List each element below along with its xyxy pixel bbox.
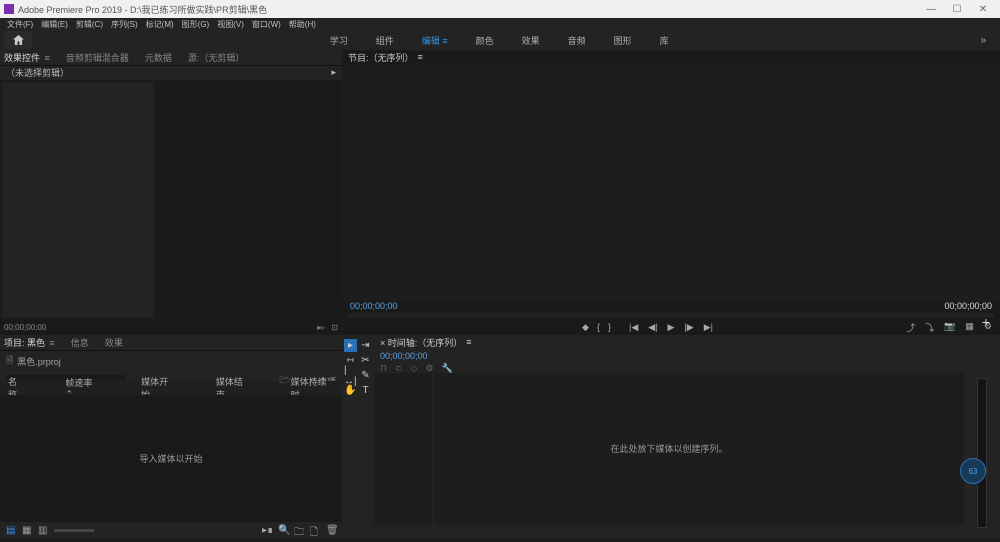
- step-back-icon[interactable]: ◀|: [648, 322, 657, 333]
- play-icon[interactable]: ▶: [668, 322, 675, 333]
- workspace-libraries[interactable]: 库: [660, 34, 669, 47]
- chevron-right-icon[interactable]: ▸: [331, 67, 336, 78]
- workspace-bar: 学习 组件 编辑 ≡ 颜色 效果 音频 图形 库 »: [0, 30, 1000, 50]
- tab-metadata[interactable]: 元数据: [145, 51, 172, 64]
- icon-view-icon[interactable]: ▦: [22, 525, 32, 535]
- compare-view-icon[interactable]: ▦: [965, 321, 974, 334]
- close-button[interactable]: ✕: [970, 1, 996, 17]
- timeline-panel: ▸ ⇥ ⇿ ✂ |↔| ✎ ✋ T × 时间轴:（无序: [342, 335, 1000, 538]
- project-columns: 名称 帧速率 ⌃ 媒体开始 媒体结束 媒体持续时: [0, 381, 342, 395]
- bin-icon[interactable]: 🗁: [279, 373, 290, 389]
- menu-edit[interactable]: 编辑(E): [38, 19, 71, 30]
- home-icon: [13, 35, 24, 45]
- tab-effects-panel[interactable]: 效果: [105, 336, 123, 349]
- program-viewport[interactable]: [342, 64, 1000, 301]
- maximize-button[interactable]: ☐: [944, 1, 970, 17]
- menu-clip[interactable]: 剪辑(C): [73, 19, 106, 30]
- track-select-tool[interactable]: ⇥: [359, 339, 372, 352]
- menu-help[interactable]: 帮助(H): [286, 19, 319, 30]
- type-tool[interactable]: T: [359, 384, 372, 397]
- workspace-effects[interactable]: 效果: [522, 34, 540, 47]
- list-view-icon[interactable]: ▤: [6, 525, 16, 535]
- extract-icon[interactable]: ⤵: [925, 321, 934, 334]
- program-scrubber[interactable]: [348, 313, 994, 318]
- minimize-button[interactable]: —: [918, 1, 944, 17]
- window-title: Adobe Premiere Pro 2019 - D:\我已练习所做实践\PR…: [18, 3, 918, 16]
- tab-effect-controls[interactable]: 效果控件 ≡: [4, 51, 50, 64]
- automate-icon[interactable]: ▸∎: [262, 525, 272, 535]
- timeline-empty-message: 在此处放下媒体以创建序列。: [610, 442, 727, 455]
- workspace-audio[interactable]: 音频: [568, 34, 586, 47]
- new-bin-icon[interactable]: 🗀: [294, 525, 304, 535]
- workspace-graphics[interactable]: 图形: [614, 34, 632, 47]
- tools-panel: ▸ ⇥ ⇿ ✂ |↔| ✎ ✋ T: [342, 335, 374, 538]
- add-marker-icon[interactable]: ◆: [582, 322, 589, 333]
- selection-tool[interactable]: ▸: [344, 339, 357, 352]
- program-tc-left: 00;00;00;00: [350, 301, 398, 311]
- project-filename: 黑色.prproj: [17, 355, 61, 368]
- razor-tool[interactable]: ✂: [359, 354, 372, 367]
- workspace-more[interactable]: »: [966, 35, 1000, 46]
- tab-project[interactable]: 项目: 黑色 ≡: [4, 336, 55, 349]
- program-tc-right: 00;00;00;00: [944, 301, 992, 311]
- notification-badge[interactable]: 63: [960, 458, 986, 484]
- new-item-icon[interactable]: 🗋: [310, 525, 320, 535]
- tab-audio-clip-mixer[interactable]: 音频剪辑混合器: [66, 51, 129, 64]
- home-button[interactable]: [4, 31, 32, 49]
- audio-meters-panel: [964, 335, 1000, 538]
- workspace-learn[interactable]: 学习: [330, 34, 348, 47]
- goto-in-icon[interactable]: |◀: [629, 322, 638, 333]
- lift-icon[interactable]: ⤴: [906, 321, 915, 334]
- freeform-view-icon[interactable]: ▥: [38, 525, 48, 535]
- menu-markers[interactable]: 标记(M): [143, 19, 177, 30]
- timeline-tab[interactable]: × 时间轴:（无序列）: [380, 336, 462, 349]
- zoom-slider[interactable]: [54, 529, 94, 532]
- step-fwd-icon[interactable]: |▶: [684, 322, 693, 333]
- workspace-assembly[interactable]: 组件: [376, 34, 394, 47]
- source-timecode: 00;00;00;00: [4, 323, 46, 332]
- menu-window[interactable]: 窗口(W): [249, 19, 284, 30]
- menu-sequence[interactable]: 序列(S): [108, 19, 141, 30]
- no-clip-label: （未选择剪辑）: [6, 66, 69, 79]
- timeline-timecode: 00;00;00;00: [380, 351, 958, 361]
- tab-source-none[interactable]: 源:（无剪辑）: [188, 51, 245, 64]
- project-file-icon: 🗎: [6, 353, 13, 369]
- menu-file[interactable]: 文件(F): [4, 19, 36, 30]
- mark-out-icon[interactable]: }: [608, 322, 611, 333]
- audio-meter[interactable]: [977, 378, 987, 528]
- tab-info[interactable]: 信息: [71, 336, 89, 349]
- menu-graphics[interactable]: 图形(G): [179, 19, 213, 30]
- project-panel: 项目: 黑色 ≡ 信息 效果 🗎黑色.prproj 🗁 0 个项 名称 帧速率 …: [0, 335, 342, 538]
- goto-out-icon[interactable]: ▶|: [704, 322, 713, 333]
- source-zoom-icon[interactable]: ⊡: [331, 323, 338, 332]
- project-empty-message: 导入媒体以开始: [139, 452, 202, 465]
- program-title: 节目:（无序列）: [348, 51, 414, 64]
- trash-icon[interactable]: 🗑: [326, 525, 336, 535]
- pen-tool[interactable]: ✎: [359, 369, 372, 382]
- menubar: 文件(F) 编辑(E) 剪辑(C) 序列(S) 标记(M) 图形(G) 视图(V…: [0, 18, 1000, 30]
- workspace-color[interactable]: 颜色: [476, 34, 494, 47]
- effect-controls-panel: 效果控件 ≡ 音频剪辑混合器 元数据 源:（无剪辑） （未选择剪辑） ▸ 00;…: [0, 50, 342, 335]
- find-icon[interactable]: 🔍: [278, 525, 288, 535]
- button-editor-plus[interactable]: +: [982, 314, 990, 330]
- menu-view[interactable]: 视图(V): [214, 19, 247, 30]
- program-monitor: 节目:（无序列） ≡ 00;00;00;00 00;00;00;00 ◆ { }…: [342, 50, 1000, 335]
- hand-tool[interactable]: ✋: [344, 384, 357, 397]
- export-frame-icon[interactable]: 📷: [944, 321, 955, 334]
- slip-tool[interactable]: |↔|: [344, 369, 357, 382]
- source-tool-icon[interactable]: ▸▹: [317, 323, 325, 332]
- mark-in-icon[interactable]: {: [597, 322, 600, 333]
- app-icon: [4, 4, 14, 14]
- window-titlebar: Adobe Premiere Pro 2019 - D:\我已练习所做实践\PR…: [0, 0, 1000, 18]
- workspace-editing[interactable]: 编辑 ≡: [422, 34, 448, 47]
